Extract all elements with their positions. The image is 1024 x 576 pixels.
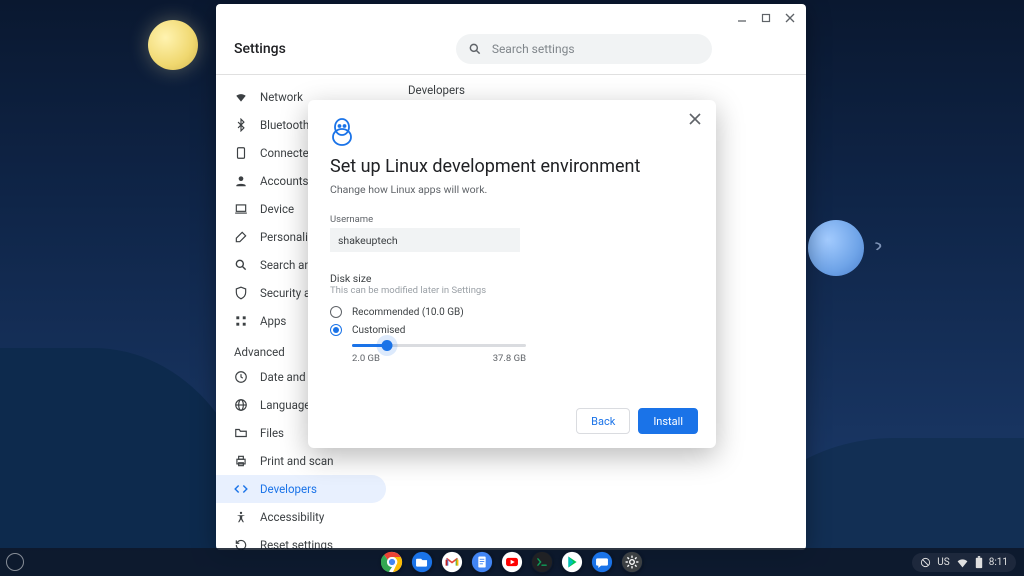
dialog-subtitle: Change how Linux apps will work. (330, 183, 694, 196)
sidebar-item-label: Accessibility (260, 510, 324, 524)
radio-recommended[interactable]: Recommended (10.0 GB) (330, 306, 694, 318)
sidebar-item-developers[interactable]: Developers (216, 475, 386, 503)
search-placeholder: Search settings (492, 42, 575, 56)
sidebar-item-label: Accounts (260, 174, 309, 188)
page-title: Developers (408, 83, 784, 97)
moon-graphic (148, 20, 198, 70)
ime-indicator: US (937, 557, 949, 568)
dialog-footer: Back Install (576, 408, 698, 434)
app-chrome[interactable] (381, 551, 403, 573)
printer-icon (234, 454, 248, 468)
wifi-icon (234, 90, 248, 104)
slider-track (352, 344, 526, 347)
back-button[interactable]: Back (576, 408, 630, 434)
dialog-close-button[interactable] (686, 110, 704, 128)
sidebar-item-label: Network (260, 90, 303, 104)
penguin-icon (330, 118, 354, 146)
window-controls (734, 10, 798, 26)
sidebar-item-label: Print and scan (260, 454, 333, 468)
settings-header: Settings Search settings (216, 4, 806, 74)
window-close-button[interactable] (782, 10, 798, 26)
app-gmail[interactable] (441, 551, 463, 573)
username-label: Username (330, 214, 694, 225)
app-files[interactable] (411, 551, 433, 573)
sidebar-item-label: Files (260, 426, 284, 440)
slider-min-label: 2.0 GB (352, 353, 380, 364)
dialog-title: Set up Linux development environment (330, 156, 694, 177)
search-icon (234, 258, 248, 272)
slider-thumb[interactable] (381, 340, 392, 351)
window-maximize-button[interactable] (758, 10, 774, 26)
disk-size-slider[interactable]: 2.0 GB 37.8 GB (352, 344, 526, 364)
sidebar-item-accessibility[interactable]: Accessibility (216, 503, 386, 531)
clock: 8:11 (989, 557, 1008, 568)
username-value: shakeuptech (338, 234, 398, 247)
sidebar-item-label: Device (260, 202, 294, 216)
launcher-button[interactable] (6, 553, 24, 571)
bluetooth-icon (234, 118, 248, 132)
battery-icon (975, 556, 983, 569)
app-play-store[interactable] (561, 551, 583, 573)
shield-icon (234, 286, 248, 300)
window-minimize-button[interactable] (734, 10, 750, 26)
radio-customised[interactable]: Customised (330, 324, 694, 336)
app-settings[interactable] (621, 551, 643, 573)
sidebar-item-label: Apps (260, 314, 286, 328)
status-tray-content[interactable]: US 8:11 (912, 553, 1016, 572)
radio-icon (330, 324, 342, 336)
apps-icon (234, 314, 248, 328)
app-messages[interactable] (591, 551, 613, 573)
settings-title: Settings (234, 41, 286, 57)
code-icon (234, 482, 248, 496)
folder-icon (234, 426, 248, 440)
app-docs[interactable] (471, 551, 493, 573)
slider-labels: 2.0 GB 37.8 GB (352, 353, 526, 364)
username-field[interactable]: shakeuptech (330, 228, 520, 252)
sidebar-item-print-scan[interactable]: Print and scan (216, 447, 386, 475)
slider-max-label: 37.8 GB (493, 353, 526, 364)
install-button[interactable]: Install (638, 408, 698, 434)
accessibility-icon (234, 510, 248, 524)
clock-icon (234, 370, 248, 384)
search-icon (468, 42, 482, 56)
close-icon (689, 113, 701, 125)
disk-size-sub: This can be modified later in Settings (330, 285, 694, 296)
shelf: US 8:11 (0, 548, 1024, 576)
devices-icon (234, 146, 248, 160)
status-tray[interactable]: US 8:11 (912, 548, 1016, 576)
sidebar-item-label: Developers (260, 482, 317, 496)
shelf-apps (381, 551, 643, 573)
person-icon (234, 174, 248, 188)
search-input[interactable]: Search settings (456, 34, 712, 64)
sidebar-item-label: Bluetooth (260, 118, 309, 132)
globe-icon (234, 398, 248, 412)
wifi-icon (956, 557, 969, 568)
linux-setup-dialog: Set up Linux development environment Cha… (308, 100, 716, 448)
radio-recommended-label: Recommended (10.0 GB) (352, 307, 464, 318)
app-terminal[interactable] (531, 551, 553, 573)
radio-icon (330, 306, 342, 318)
notification-icon (920, 557, 931, 568)
planet-graphic (808, 220, 864, 276)
brush-icon (234, 230, 248, 244)
app-youtube[interactable] (501, 551, 523, 573)
disk-size-label: Disk size (330, 272, 694, 285)
radio-customised-label: Customised (352, 325, 405, 336)
laptop-icon (234, 202, 248, 216)
